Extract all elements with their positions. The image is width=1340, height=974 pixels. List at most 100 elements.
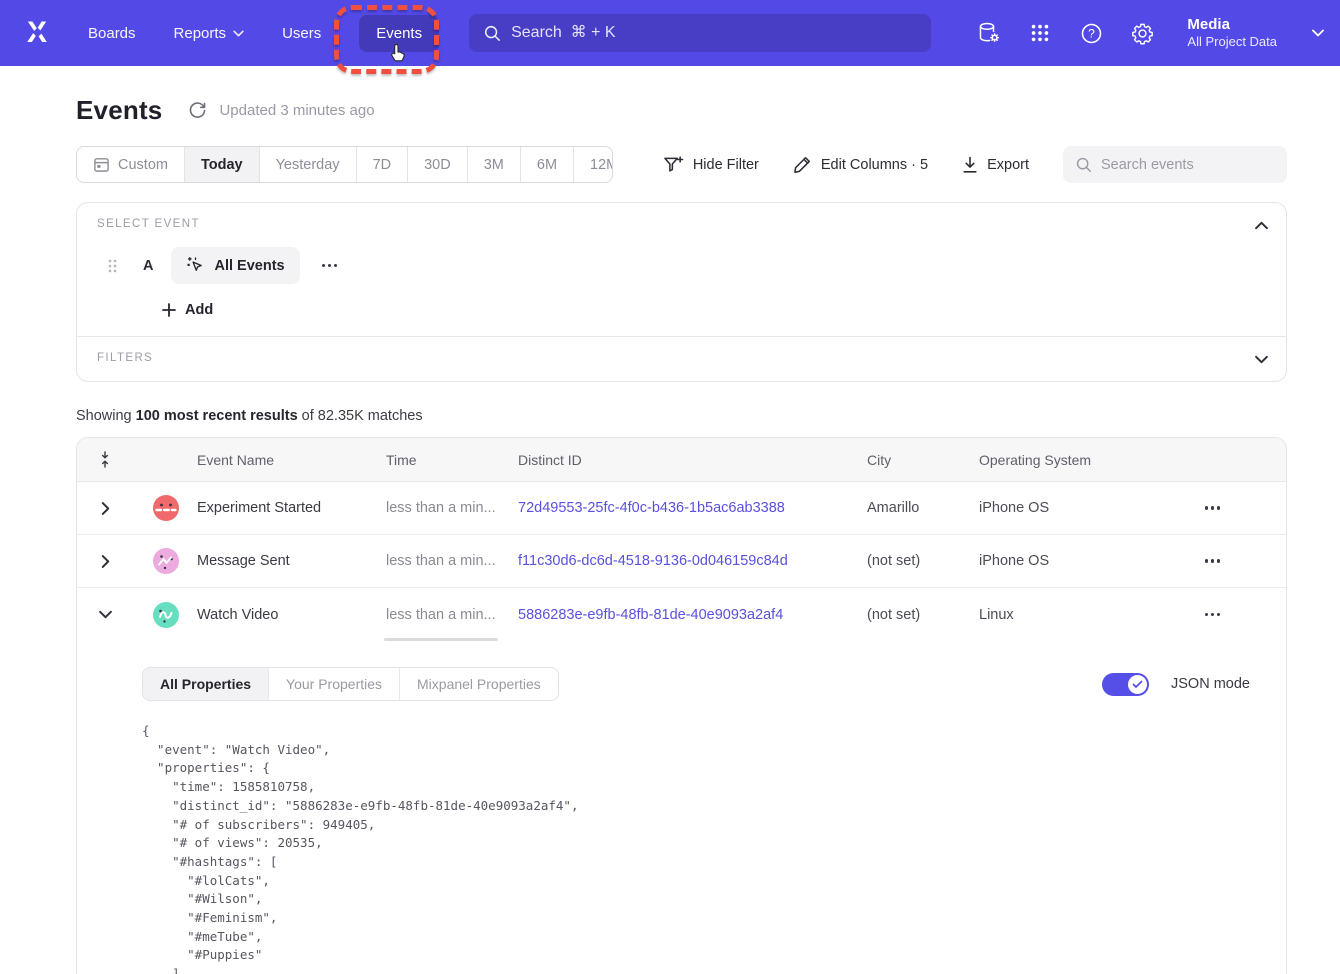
query-builder-card: SELECT EVENT A xyxy=(76,202,1287,382)
table-toolbar: Hide Filter Edit Columns · 5 Export xyxy=(663,146,1287,183)
json-line: "#hashtags": [ xyxy=(142,853,1266,872)
date-option-6m[interactable]: 6M xyxy=(521,147,574,182)
tab-your-properties[interactable]: Your Properties xyxy=(269,668,400,700)
col-city[interactable]: City xyxy=(867,452,979,468)
cell-city: (not set) xyxy=(867,607,979,623)
help-icon[interactable]: ? xyxy=(1079,21,1103,45)
select-event-label: SELECT EVENT xyxy=(97,218,1266,230)
summary-prefix: Showing xyxy=(76,408,136,424)
event-row-more-button[interactable] xyxy=(316,258,344,273)
results-summary: Showing 100 most recent results of 82.35… xyxy=(76,408,1287,424)
collapse-chevron-up-icon[interactable] xyxy=(1255,217,1268,235)
edit-columns-button[interactable]: Edit Columns · 5 xyxy=(793,155,928,174)
cell-os: Linux xyxy=(979,607,1139,623)
sort-icon[interactable] xyxy=(98,451,112,468)
pencil-icon xyxy=(793,155,812,174)
json-line: "#Wilson", xyxy=(142,890,1266,909)
main-content: Events Updated 3 minutes ago Custom Toda… xyxy=(0,93,1340,974)
drag-handle-icon[interactable] xyxy=(107,258,117,274)
json-line: "# of subscribers": 949405, xyxy=(142,816,1266,835)
date-option-12m-label: 12M xyxy=(590,157,613,173)
date-option-30d[interactable]: 30D xyxy=(408,147,468,182)
settings-gear-icon[interactable] xyxy=(1130,21,1154,45)
json-mode-toggle[interactable] xyxy=(1102,673,1149,696)
search-events-box[interactable] xyxy=(1063,146,1287,183)
nav-item-events[interactable]: Events xyxy=(359,15,439,52)
search-events-input[interactable] xyxy=(1101,157,1275,173)
table-header: Event Name Time Distinct ID City Operati… xyxy=(77,438,1286,482)
filters-label: FILTERS xyxy=(97,352,1266,364)
table-horizontal-scrollbar[interactable] xyxy=(384,638,498,641)
tab-mixpanel-properties[interactable]: Mixpanel Properties xyxy=(400,668,558,700)
summary-suffix: of 82.35K matches xyxy=(298,408,423,424)
expand-chevron-down-icon[interactable] xyxy=(1255,351,1268,369)
row-expand-chevron-right-icon[interactable] xyxy=(101,502,110,515)
tab-mixpanel-properties-label: Mixpanel Properties xyxy=(417,676,541,692)
date-option-3m[interactable]: 3M xyxy=(468,147,521,182)
date-option-6m-label: 6M xyxy=(537,157,557,173)
cell-city: Amarillo xyxy=(867,500,979,516)
plus-icon xyxy=(162,303,176,317)
mixpanel-logo-icon[interactable]: X xyxy=(20,16,54,50)
col-time[interactable]: Time xyxy=(386,452,518,468)
data-management-icon[interactable] xyxy=(977,21,1001,45)
dot xyxy=(1205,613,1208,616)
global-search-input[interactable] xyxy=(511,24,917,42)
row-more-button[interactable] xyxy=(1197,605,1229,624)
row-collapse-chevron-down-icon[interactable] xyxy=(99,610,112,619)
project-name: Media xyxy=(1187,16,1277,35)
date-option-today[interactable]: Today xyxy=(185,147,260,182)
date-option-12m[interactable]: 12M xyxy=(574,147,613,182)
sparkle-cursor-icon xyxy=(186,256,205,275)
col-os[interactable]: Operating System xyxy=(979,452,1139,468)
detail-toolbar: All Properties Your Properties Mixpanel … xyxy=(142,667,1266,701)
nav-item-boards[interactable]: Boards xyxy=(88,25,136,42)
events-table: Event Name Time Distinct ID City Operati… xyxy=(76,437,1287,974)
hide-filter-label: Hide Filter xyxy=(693,157,759,173)
date-option-yesterday[interactable]: Yesterday xyxy=(260,147,357,182)
download-icon xyxy=(962,156,978,174)
date-option-7d-label: 7D xyxy=(373,157,392,173)
dot xyxy=(322,264,325,267)
nav-links: Boards Reports Users Events xyxy=(88,15,439,52)
json-line: "time": 1585810758, xyxy=(142,778,1266,797)
cell-os: iPhone OS xyxy=(979,553,1139,569)
export-button[interactable]: Export xyxy=(962,156,1029,174)
row-more-button[interactable] xyxy=(1197,498,1229,517)
properties-tabs: All Properties Your Properties Mixpanel … xyxy=(142,667,559,701)
dot xyxy=(1211,613,1214,616)
tab-all-properties[interactable]: All Properties xyxy=(143,668,269,700)
col-event-name[interactable]: Event Name xyxy=(197,452,386,468)
event-detail-panel: All Properties Your Properties Mixpanel … xyxy=(77,641,1286,974)
cell-distinct-id-link[interactable]: 72d49553-25fc-4f0c-b436-1b5ac6ab3388 xyxy=(518,500,867,516)
date-option-yesterday-label: Yesterday xyxy=(276,157,340,173)
add-event-button[interactable]: Add xyxy=(162,302,1266,318)
json-line: "# of views": 20535, xyxy=(142,834,1266,853)
global-search[interactable] xyxy=(469,14,931,52)
all-events-pill[interactable]: All Events xyxy=(171,247,299,284)
refresh-icon[interactable] xyxy=(188,101,207,120)
json-line: "properties": { xyxy=(142,759,1266,778)
project-chevron-down-icon[interactable] xyxy=(1312,24,1324,42)
date-option-custom[interactable]: Custom xyxy=(77,147,185,182)
dot xyxy=(328,264,331,267)
project-selector[interactable]: Media All Project Data xyxy=(1187,16,1277,51)
nav-item-reports[interactable]: Reports xyxy=(174,25,245,42)
dot xyxy=(334,264,337,267)
cell-time: less than a min... xyxy=(386,500,518,516)
row-more-button[interactable] xyxy=(1197,551,1229,570)
nav-item-users[interactable]: Users xyxy=(282,25,321,42)
title-row: Events Updated 3 minutes ago xyxy=(76,93,1287,127)
top-navbar: X Boards Reports Users Events xyxy=(0,0,1340,66)
nav-item-boards-label: Boards xyxy=(88,25,136,42)
filters-section: FILTERS xyxy=(77,337,1286,381)
col-distinct-id[interactable]: Distinct ID xyxy=(518,452,867,468)
apps-grid-icon[interactable] xyxy=(1028,21,1052,45)
hide-filter-button[interactable]: Hide Filter xyxy=(663,155,759,174)
cell-distinct-id-link[interactable]: 5886283e-e9fb-48fb-81de-40e9093a2af4 xyxy=(518,607,867,623)
calendar-icon xyxy=(93,156,110,173)
row-expand-chevron-right-icon[interactable] xyxy=(101,555,110,568)
date-range-control: Custom Today Yesterday 7D 30D 3M 6M 12M xyxy=(76,146,613,183)
cell-distinct-id-link[interactable]: f11c30d6-dc6d-4518-9136-0d046159c84d xyxy=(518,553,867,569)
date-option-7d[interactable]: 7D xyxy=(357,147,409,182)
